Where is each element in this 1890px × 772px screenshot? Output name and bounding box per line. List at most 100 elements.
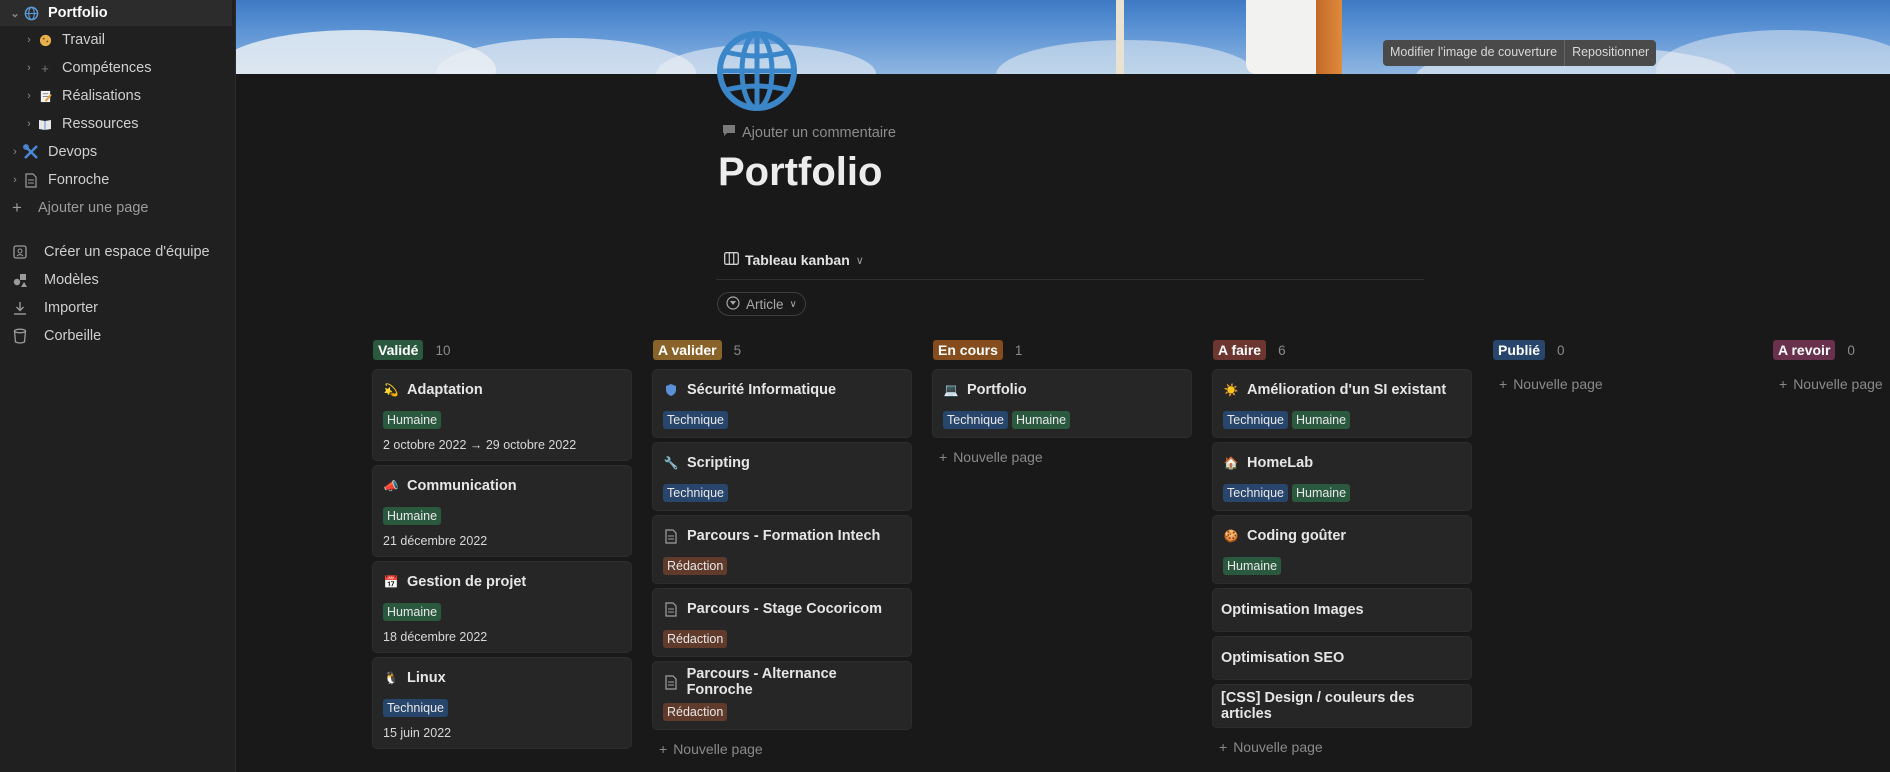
filter-label: Article xyxy=(746,296,784,312)
chevron-right-icon[interactable]: › xyxy=(8,174,22,186)
chevron-right-icon[interactable]: › xyxy=(22,118,36,130)
card[interactable]: ☀️ Amélioration d'un SI existant Techniqu… xyxy=(1213,370,1471,437)
card[interactable]: Parcours - Alternance Fonroche Rédaction xyxy=(653,662,911,729)
add-comment-label: Ajouter un commentaire xyxy=(742,124,896,141)
card-title: HomeLab xyxy=(1247,455,1314,471)
column-header[interactable]: Publié 0 xyxy=(1493,338,1751,362)
chevron-down-icon[interactable]: ⌄ xyxy=(8,7,22,20)
chevron-down-icon: ∨ xyxy=(855,254,864,267)
calendar-icon: 📅 xyxy=(383,575,399,589)
card[interactable]: 📅 Gestion de projet Humaine 18 décembre 2… xyxy=(373,562,631,652)
card[interactable]: Parcours - Formation Intech Rédaction xyxy=(653,516,911,583)
sidebar-item-realisations[interactable]: › Réalisations xyxy=(0,83,232,109)
chevron-right-icon[interactable]: › xyxy=(22,62,36,74)
trash-button[interactable]: Corbeille xyxy=(0,323,232,349)
status-badge: A valider xyxy=(653,340,722,360)
sidebar-item-label: Portfolio xyxy=(48,5,108,21)
reposition-button[interactable]: Repositionner xyxy=(1564,40,1656,66)
house-icon: 🏠 xyxy=(1223,456,1239,470)
card-date: 21 décembre 2022 xyxy=(383,534,488,548)
column-count: 10 xyxy=(435,342,451,358)
card-title: Parcours - Alternance Fonroche xyxy=(686,666,837,698)
card[interactable]: Optimisation Images xyxy=(1213,589,1471,631)
card[interactable]: 🔧 Scripting Technique xyxy=(653,443,911,510)
column-header[interactable]: A valider 5 xyxy=(653,338,911,362)
sidebar-item-portfolio[interactable]: ⌄ Portfolio xyxy=(0,0,232,26)
sidebar-item-devops[interactable]: › Devops xyxy=(0,139,232,165)
page-icon-globe-icon[interactable] xyxy=(716,30,798,112)
tag: Technique xyxy=(663,484,728,502)
new-page-button[interactable]: + Nouvelle page xyxy=(1773,370,1890,398)
app: ⌄ Portfolio › Travail › + Compétences › … xyxy=(0,0,1890,772)
tag: Technique xyxy=(1223,411,1288,429)
team-icon xyxy=(10,242,30,262)
plus-icon: + xyxy=(1779,376,1788,392)
tag: Technique xyxy=(1223,484,1288,502)
card-title: Linux xyxy=(407,670,446,686)
memo-icon xyxy=(36,87,54,105)
sidebar-item-travail[interactable]: › Travail xyxy=(0,27,232,53)
new-page-button[interactable]: + Nouvelle page xyxy=(653,735,911,763)
new-page-button[interactable]: + Nouvelle page xyxy=(933,443,1191,471)
tag: Humaine xyxy=(1223,557,1282,575)
card[interactable]: 💫 Adaptation Humaine 2 octobre 2022 → 29 … xyxy=(373,370,631,460)
templates-button[interactable]: Modèles xyxy=(0,267,232,293)
sidebar-item-competences[interactable]: › + Compétences xyxy=(0,55,232,81)
column-header[interactable]: A faire 6 xyxy=(1213,338,1471,362)
card-title: Communication xyxy=(407,478,517,494)
card[interactable]: 📣 Communication Humaine 21 décembre 2022 xyxy=(373,466,631,556)
change-cover-button[interactable]: Modifier l'image de couverture xyxy=(1383,40,1564,66)
column-valide: Validé 10 💫 Adaptation Humaine 2 octobre … xyxy=(373,338,631,754)
tag: Humaine xyxy=(383,507,442,525)
tag: Rédaction xyxy=(663,630,728,648)
tag: Humaine xyxy=(383,603,442,621)
card-title: Amélioration d'un SI existant xyxy=(1247,382,1447,398)
plus-icon: + xyxy=(659,741,668,757)
card[interactable]: 🐧 Linux Technique 15 juin 2022 xyxy=(373,658,631,748)
chevron-right-icon[interactable]: › xyxy=(8,146,22,158)
card[interactable]: [CSS] Design / couleurs des articles xyxy=(1213,685,1471,727)
new-page-button[interactable]: + Nouvelle page xyxy=(1493,370,1751,398)
add-comment-button[interactable]: Ajouter un commentaire xyxy=(722,124,896,141)
filter-article[interactable]: Article ∨ xyxy=(717,292,806,316)
tag: Technique xyxy=(663,411,728,429)
sidebar: ⌄ Portfolio › Travail › + Compétences › … xyxy=(0,0,236,772)
card[interactable]: Optimisation SEO xyxy=(1213,637,1471,679)
card-date: 15 juin 2022 xyxy=(383,726,452,740)
shield-icon xyxy=(663,382,679,398)
card-title: Parcours - Formation Intech xyxy=(687,528,881,544)
column-header[interactable]: En cours 1 xyxy=(933,338,1191,362)
card[interactable]: Sécurité Informatique Technique xyxy=(653,370,911,437)
sidebar-item-fonroche[interactable]: › Fonroche xyxy=(0,167,232,193)
card[interactable]: 🍪 Coding goûter Humaine xyxy=(1213,516,1471,583)
import-button[interactable]: Importer xyxy=(0,295,232,321)
filter-icon xyxy=(726,295,740,313)
tag: Humaine xyxy=(1292,411,1351,429)
new-page-label: Nouvelle page xyxy=(673,741,763,757)
create-team-space-button[interactable]: Créer un espace d'équipe xyxy=(0,239,232,265)
add-page-button[interactable]: + Ajouter une page xyxy=(0,195,232,221)
page-title[interactable]: Portfolio xyxy=(718,150,882,195)
chevron-right-icon[interactable]: › xyxy=(22,34,36,46)
tag: Rédaction xyxy=(663,557,728,575)
column-header[interactable]: Validé 10 xyxy=(373,338,631,362)
column-en-cours: En cours 1 💻 Portfolio Technique Humaine … xyxy=(933,338,1191,471)
shapes-icon xyxy=(10,270,30,290)
card-title: Gestion de projet xyxy=(407,574,527,590)
column-a-revoir: A revoir 0 + Nouvelle page xyxy=(1773,338,1890,398)
tools-icon xyxy=(22,143,40,161)
chevron-right-icon[interactable]: › xyxy=(22,90,36,102)
view-tab-kanban[interactable]: Tableau kanban ∨ xyxy=(724,252,864,268)
card[interactable]: Parcours - Stage Cocoricom Rédaction xyxy=(653,589,911,656)
sidebar-item-ressources[interactable]: › Ressources xyxy=(0,111,232,137)
card[interactable]: 💻 Portfolio Technique Humaine xyxy=(933,370,1191,437)
cover-image: Modifier l'image de couverture Repositio… xyxy=(236,0,1890,74)
column-header[interactable]: A revoir 0 xyxy=(1773,338,1890,362)
card-date: 18 décembre 2022 xyxy=(383,630,488,644)
card[interactable]: 🏠 HomeLab Technique Humaine xyxy=(1213,443,1471,510)
new-page-button[interactable]: + Nouvelle page xyxy=(1213,733,1471,761)
column-count: 1 xyxy=(1014,342,1023,358)
card-title: Portfolio xyxy=(967,382,1027,398)
column-count: 0 xyxy=(1847,342,1855,358)
cover-controls: Modifier l'image de couverture Repositio… xyxy=(1383,40,1657,66)
